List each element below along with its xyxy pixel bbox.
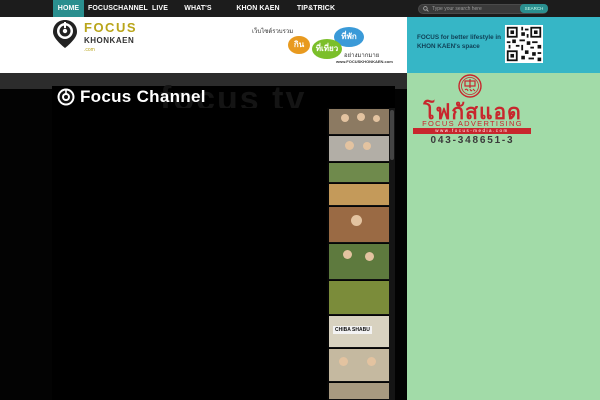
nav-item-tip-trick[interactable]: TIP&TRICK: [296, 0, 336, 17]
qr-code: [505, 25, 543, 63]
banner-bubble-travel: ที่เที่ยว: [312, 39, 342, 59]
site-tagline: FOCUS for better lifestyle in KHON KAEN'…: [417, 34, 501, 50]
video-player[interactable]: [57, 108, 325, 400]
nav-item-whats-on[interactable]: WHAT'S ON!: [177, 0, 219, 29]
chinese-seal-icon: [458, 74, 482, 98]
search-button[interactable]: SEARCH: [520, 4, 548, 13]
logo-city-text: KHONKAEN: [84, 36, 135, 45]
video-thumbnail[interactable]: [329, 207, 389, 243]
video-thumbnail[interactable]: [329, 383, 389, 400]
logo-focus-text: FOCUS: [84, 20, 137, 35]
ad-english-name: FOCUS ADVERTISING: [422, 119, 523, 128]
logo-pin-icon: [53, 20, 77, 48]
video-thumbnail[interactable]: [329, 281, 389, 315]
site-logo[interactable]: FOCUS KHONKAEN .com: [52, 19, 152, 71]
ad-phone: 043-348651-3: [430, 135, 515, 146]
video-thumbnail[interactable]: CHIBA SHABU: [329, 316, 389, 348]
nav-item-focuschannel[interactable]: FOCUSCHANNEL: [88, 0, 148, 17]
search-icon: [423, 6, 429, 12]
video-thumbnail[interactable]: [329, 163, 389, 183]
nav-item-home[interactable]: HOME: [53, 0, 84, 17]
top-navigation: HOME FOCUSCHANNEL LIVE WHAT'S ON! KHON K…: [0, 0, 600, 29]
video-thumbnail[interactable]: [329, 109, 389, 135]
header-tagline-panel: FOCUS for better lifestyle in KHON KAEN'…: [407, 17, 600, 73]
scrollbar-thumb[interactable]: [390, 110, 394, 160]
header-banner[interactable]: เว็บไซต์รวบรวม กิน ที่พัก ที่เที่ยว อย่า…: [238, 22, 393, 68]
video-thumbnail[interactable]: [329, 184, 389, 206]
video-thumbnail[interactable]: [329, 136, 389, 162]
focus-advertising-ad[interactable]: โฟกัสแอด FOCUS ADVERTISING www.focus-med…: [410, 74, 535, 149]
video-thumbnail[interactable]: [329, 244, 389, 280]
video-thumbnail[interactable]: [329, 349, 389, 382]
nav-item-khon-kaen-guide[interactable]: KHON KAEN GUIDE: [225, 0, 291, 29]
ad-url: www.focus-media.com: [413, 128, 531, 134]
video-thumbnail-list: CHIBA SHABU: [327, 108, 395, 400]
page: HOME FOCUSCHANNEL LIVE WHAT'S ON! KHON K…: [0, 0, 600, 400]
banner-bubble-eat: กิน: [288, 36, 310, 54]
focus-channel-icon: [57, 88, 75, 106]
channel-title: Focus Channel: [80, 87, 206, 106]
logo-tld-text: .com: [84, 47, 95, 53]
search-placeholder: Type your search here: [432, 6, 482, 12]
banner-line1: เว็บไซต์รวบรวม: [252, 29, 294, 35]
thumbnail-label: CHIBA SHABU: [333, 326, 372, 334]
banner-url: www.FOCUSKHONKAEN.com: [336, 59, 393, 64]
nav-item-live[interactable]: LIVE: [148, 0, 172, 17]
